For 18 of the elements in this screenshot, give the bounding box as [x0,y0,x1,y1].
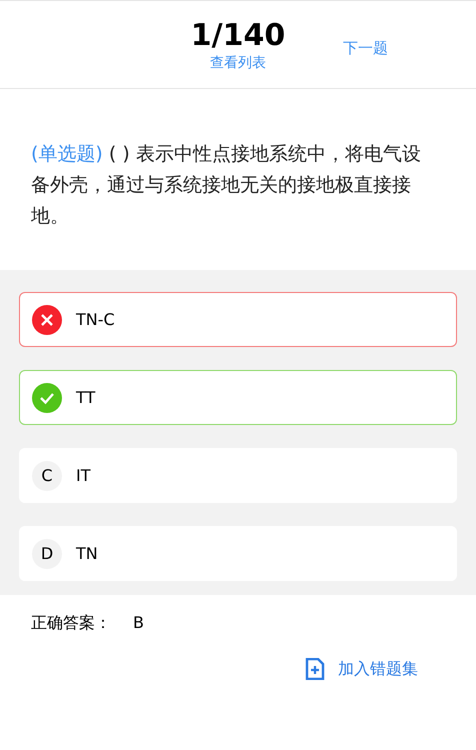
document-add-icon [305,658,325,680]
answer-option[interactable]: TN-C [19,292,457,347]
option-text: IT [76,464,90,486]
option-text: TT [76,386,96,408]
option-letter: C [32,460,62,490]
answer-option[interactable]: C IT [19,448,457,503]
wrong-icon [32,304,62,334]
option-letter: D [32,538,62,568]
answer-label: 正确答案： [31,612,111,634]
answer-option[interactable]: D TN [19,526,457,581]
answer-option[interactable]: TT [19,370,457,425]
answer-value: B [133,612,144,634]
question-text: (单选题) ( ) 表示中性点接地系统中，将电气设备外壳，通过与系统接地无关的接地极直接接地。 [31,142,422,229]
option-text: TN [76,542,98,564]
question-counter: 1/140 [190,18,286,54]
check-icon [32,382,62,412]
add-to-mistakes-button[interactable]: 加入错题集 [305,657,418,681]
option-text: TN-C [76,308,115,330]
